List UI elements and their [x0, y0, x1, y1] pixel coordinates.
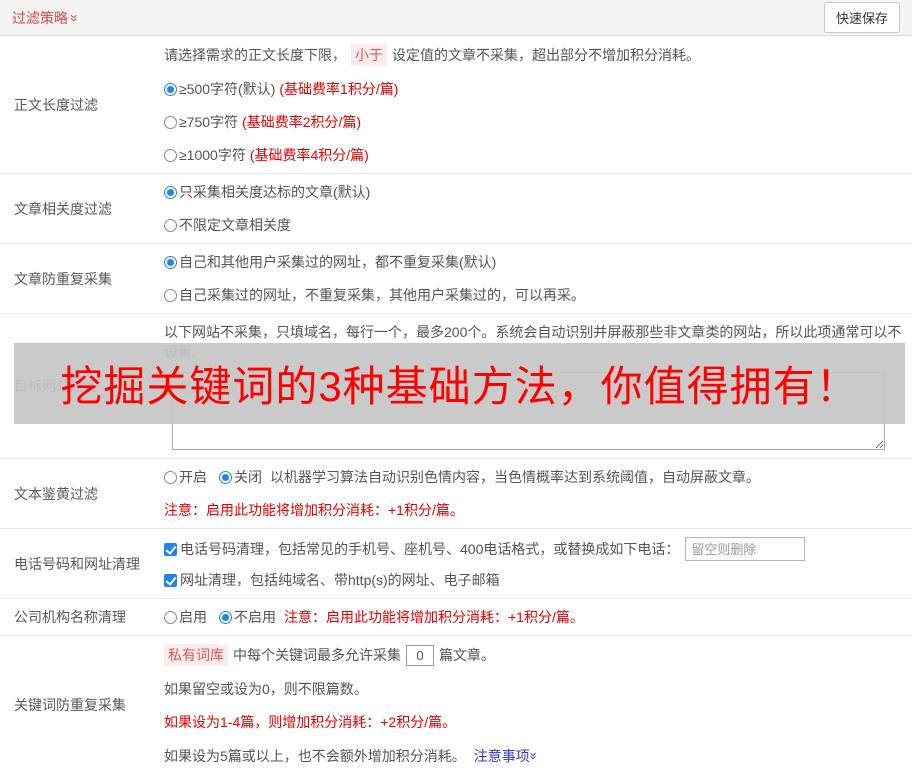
row-keyword-dedup: 关键词防重复采集 私有词库 中每个关键词最多允许采集 篇文章。 如果留空或设为0…: [0, 636, 912, 774]
radio-icon[interactable]: [219, 610, 232, 624]
radio-icon[interactable]: [164, 148, 177, 162]
text-length-intro: 请选择需求的正文长度下限， 小于 设定值的文章不采集，超出部分不增加积分消耗。: [164, 44, 906, 66]
checkbox-checked-icon[interactable]: [164, 573, 177, 587]
row-relevance-filter: 文章相关度过滤 只采集相关度达标的文章(默认) 不限定文章相关度: [0, 174, 912, 244]
radio-icon[interactable]: [164, 218, 177, 232]
row-label: 文章防重复采集: [14, 270, 112, 287]
keyword-dedup-line2: 如果留空或设为0，则不限篇数。: [164, 681, 368, 697]
radio-option-company-off[interactable]: 不启用: [219, 607, 276, 627]
topbar: 过滤策略 快速保存: [0, 0, 912, 36]
keyword-dedup-line4: 如果设为5篇或以上，也不会额外增加积分消耗。: [164, 747, 466, 764]
filter-strategy-toggle[interactable]: 过滤策略: [12, 8, 79, 28]
double-chevron-down-icon: [71, 10, 79, 26]
keyword-dedup-line3: 如果设为1-4篇，则增加积分消耗：+2积分/篇。: [164, 714, 457, 730]
row-company-cleanup: 公司机构名称清理 启用 不启用 注意：启用此功能将增加积分消耗：+1积分/篇。: [0, 599, 912, 636]
row-label: 文本鉴黄过滤: [14, 485, 98, 502]
radio-icon[interactable]: [164, 288, 177, 302]
row-phone-url-cleanup: 电话号码和网址清理 电话号码清理，包括常见的手机号、座机号、400电话格式，或替…: [0, 529, 912, 599]
porn-filter-note: 注意：启用此功能将增加积分消耗：+1积分/篇。: [164, 502, 464, 518]
promo-banner-text: 挖掘关键词的3种基础方法，你值得拥有！: [60, 363, 859, 410]
double-chevron-down-icon: [530, 745, 537, 766]
replacement-phone-input[interactable]: [685, 537, 806, 561]
radio-icon[interactable]: [164, 82, 177, 96]
radio-icon[interactable]: [164, 610, 177, 624]
radio-icon[interactable]: [219, 470, 232, 484]
radio-option-1000[interactable]: ≥1000字符 (基础费率4积分/篇): [164, 145, 906, 165]
promo-banner-overlay: 挖掘关键词的3种基础方法，你值得拥有！: [14, 343, 905, 424]
radio-option-relevance-default[interactable]: 只采集相关度达标的文章(默认): [164, 182, 906, 202]
row-url-dedup: 文章防重复采集 自己和其他用户采集过的网址，都不重复采集(默认) 自己采集过的网…: [0, 244, 912, 314]
company-cleanup-note: 注意：启用此功能将增加积分消耗：+1积分/篇。: [284, 609, 584, 625]
row-label: 文章相关度过滤: [14, 200, 112, 217]
checkbox-phone-clean[interactable]: 电话号码清理，包括常见的手机号、座机号、400电话格式，或替换成如下电话：: [164, 539, 679, 559]
radio-option-company-on[interactable]: 启用: [164, 607, 207, 627]
max-articles-input[interactable]: [406, 644, 434, 666]
row-porn-filter: 文本鉴黄过滤 开启 关闭 以机器学习算法自动识别色情内容，当色情概率达到系统阈值…: [0, 459, 912, 529]
radio-option-500[interactable]: ≥500字符(默认) (基础费率1积分/篇): [164, 79, 906, 99]
radio-icon[interactable]: [164, 470, 177, 484]
checkbox-url-clean[interactable]: 网址清理，包括纯域名、带http(s)的网址、电子邮箱: [164, 570, 906, 590]
porn-filter-desc: 以机器学习算法自动识别色情内容，当色情概率达到系统阈值，自动屏蔽文章。: [270, 469, 760, 485]
less-than-badge: 小于: [351, 44, 387, 66]
notes-link[interactable]: 注意事项: [474, 745, 537, 766]
row-label: 关键词防重复采集: [14, 697, 126, 713]
radio-option-porn-off[interactable]: 关闭: [219, 467, 262, 487]
radio-icon[interactable]: [164, 255, 177, 269]
private-lexicon-badge: 私有词库: [164, 644, 228, 666]
quick-save-button[interactable]: 快速保存: [823, 2, 900, 33]
row-label: 电话号码和网址清理: [14, 555, 140, 572]
radio-icon[interactable]: [164, 185, 177, 199]
radio-option-750[interactable]: ≥750字符 (基础费率2积分/篇): [164, 112, 906, 132]
radio-option-dedup-self[interactable]: 自己采集过的网址，不重复采集，其他用户采集过的，可以再采。: [164, 285, 906, 305]
radio-option-dedup-all[interactable]: 自己和其他用户采集过的网址，都不重复采集(默认): [164, 252, 906, 272]
radio-icon[interactable]: [164, 115, 177, 129]
radio-option-relevance-any[interactable]: 不限定文章相关度: [164, 215, 906, 235]
page-title: 过滤策略: [12, 9, 68, 26]
row-label: 公司机构名称清理: [14, 609, 126, 625]
checkbox-checked-icon[interactable]: [164, 542, 177, 556]
row-label: 正文长度过滤: [14, 96, 98, 113]
row-text-length-filter: 正文长度过滤 请选择需求的正文长度下限， 小于 设定值的文章不采集，超出部分不增加积…: [0, 36, 912, 174]
radio-option-porn-on[interactable]: 开启: [164, 467, 207, 487]
